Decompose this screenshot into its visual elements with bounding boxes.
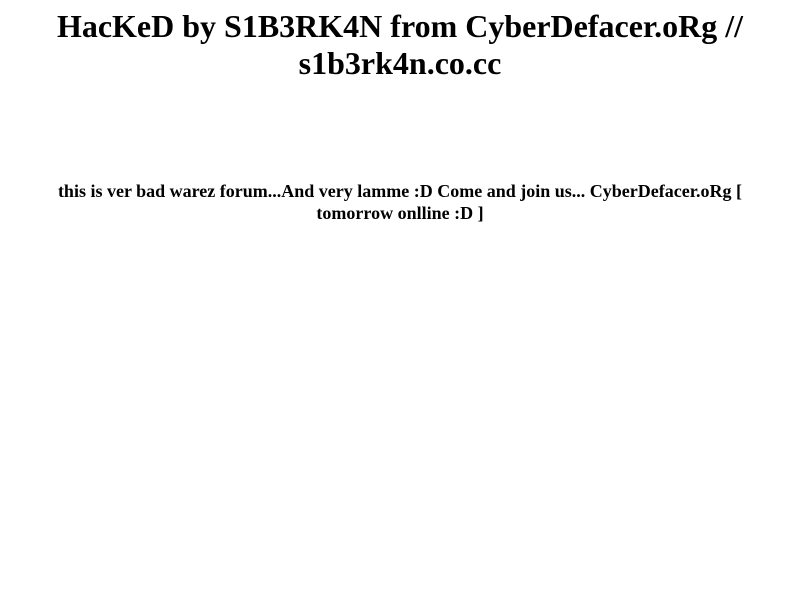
page-title: HacKeD by S1B3RK4N from CyberDefacer.oRg…	[56, 8, 744, 81]
page-body: HacKeD by S1B3RK4N from CyberDefacer.oRg…	[0, 0, 800, 600]
deface-message: this is ver bad warez forum...And very l…	[57, 181, 743, 223]
